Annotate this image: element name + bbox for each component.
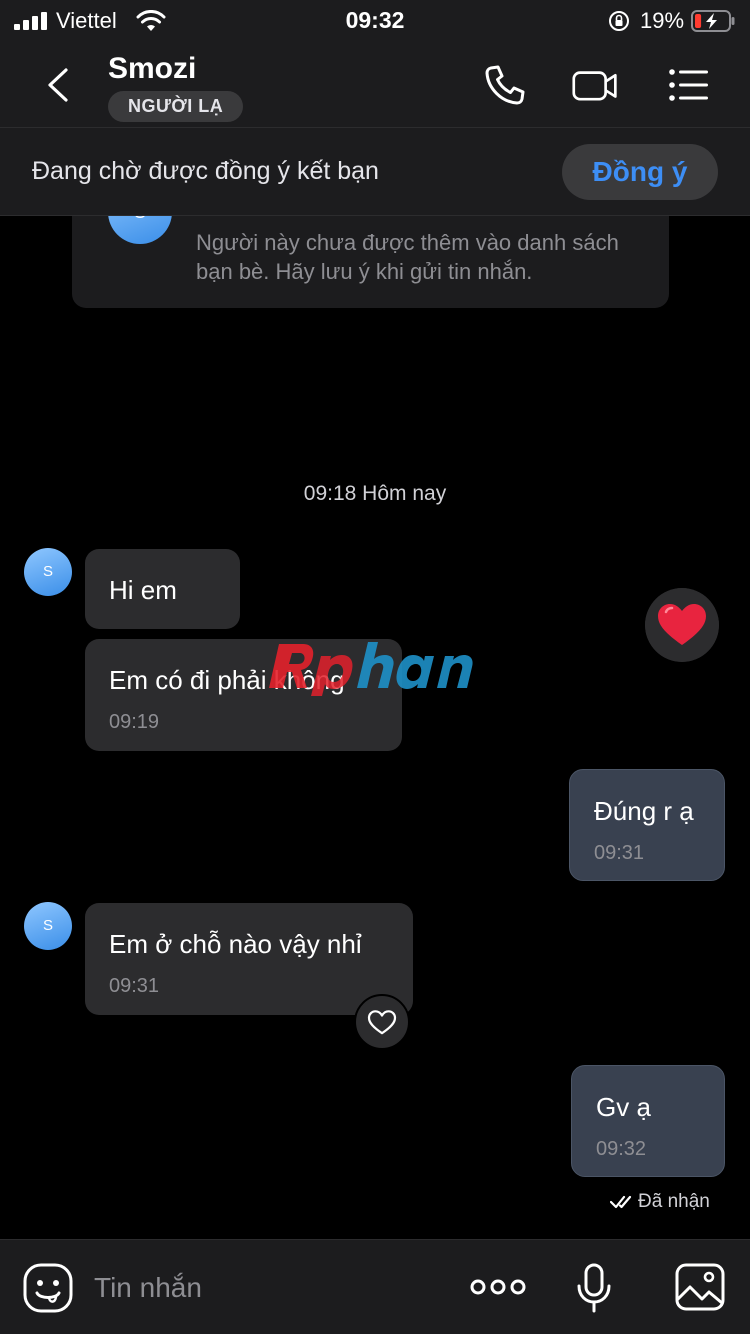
delivery-status-text: Đã nhận — [638, 1191, 710, 1212]
message-time: 09:31 — [594, 842, 645, 864]
sticker-emoji-icon[interactable] — [22, 1262, 74, 1314]
avatar[interactable]: S — [24, 902, 72, 950]
more-options-icon[interactable] — [470, 1272, 526, 1302]
delivery-status: Đã nhận — [610, 1191, 710, 1213]
clock-time: 09:32 — [345, 7, 405, 33]
avatar[interactable]: S — [24, 548, 72, 596]
status-bar: Viettel 09:32 19% — [0, 0, 750, 40]
contact-name[interactable]: Smozi — [108, 52, 196, 86]
message-text: Em ở chỗ nào vậy nhỉ — [109, 929, 362, 959]
message-time: 09:31 — [109, 975, 160, 997]
date-separator: 09:18 Hôm nay — [303, 482, 447, 505]
battery-icon — [691, 10, 735, 32]
watermark-logo — [269, 642, 473, 696]
chat-header: Smozi NGƯỜI LẠ — [0, 40, 750, 128]
phone-call-icon[interactable] — [482, 62, 528, 108]
back-button[interactable] — [38, 60, 78, 110]
message-bubble[interactable]: Đúng r ạ 09:31 — [569, 769, 725, 881]
message-input[interactable] — [94, 1266, 434, 1310]
heart-outline-react-icon[interactable] — [354, 994, 410, 1050]
stranger-notice-text: Người này chưa được thêm vào danh sách b… — [196, 230, 619, 284]
message-input-bar — [0, 1239, 750, 1334]
stranger-badge: NGƯỜI LẠ — [108, 91, 244, 122]
orientation-lock-icon — [609, 11, 629, 31]
message-bubble[interactable]: Hi em — [85, 549, 240, 629]
image-gallery-icon[interactable] — [674, 1262, 726, 1312]
pending-request-text: Đang chờ được đồng ý kết bạn — [32, 157, 379, 185]
friend-request-pending-bar: Đang chờ được đồng ý kết bạn Đồng ý — [0, 128, 750, 216]
accept-friend-button[interactable]: Đồng ý — [562, 144, 718, 200]
battery-percent: 19% — [640, 8, 685, 33]
message-time: 09:32 — [596, 1138, 647, 1160]
heart-reaction-icon[interactable] — [645, 588, 719, 662]
message-text: Đúng r ạ — [594, 796, 694, 826]
message-bubble[interactable]: Gv ạ 09:32 — [571, 1065, 725, 1177]
message-text: Hi em — [109, 575, 177, 605]
microphone-icon[interactable] — [574, 1262, 614, 1314]
message-bubble[interactable]: Em ở chỗ nào vậy nhỉ 09:31 — [85, 903, 413, 1015]
video-call-icon[interactable] — [572, 62, 618, 108]
double-check-icon — [610, 1195, 632, 1209]
menu-list-icon[interactable] — [666, 62, 712, 108]
message-text: Gv ạ — [596, 1092, 651, 1122]
message-time: 09:19 — [109, 711, 160, 733]
